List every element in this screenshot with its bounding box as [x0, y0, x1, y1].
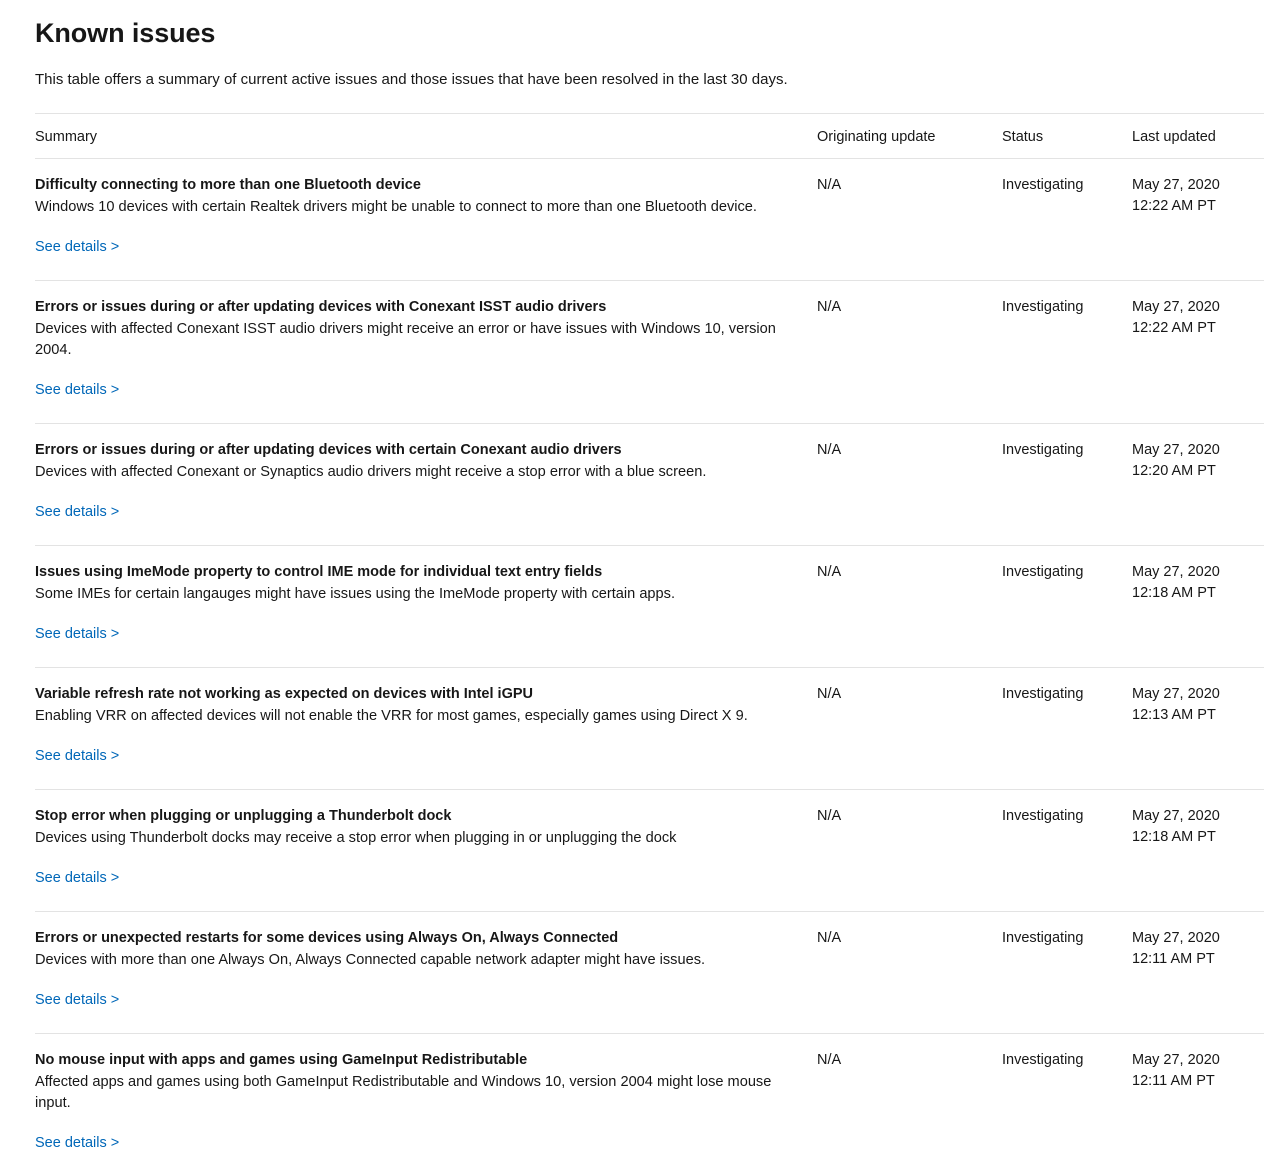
originating-update-cell: N/A	[817, 281, 1002, 424]
see-details-link[interactable]: See details >	[35, 502, 119, 522]
last-updated-time: 12:22 AM PT	[1132, 318, 1254, 339]
last-updated-date: May 27, 2020	[1132, 806, 1254, 827]
issue-summary-cell: Errors or unexpected restarts for some d…	[35, 912, 817, 1034]
column-header-status: Status	[1002, 114, 1132, 159]
issue-description: Enabling VRR on affected devices will no…	[35, 706, 807, 727]
table-header-row: Summary Originating update Status Last u…	[35, 114, 1264, 159]
last-updated-time: 12:18 AM PT	[1132, 827, 1254, 848]
table-body: Difficulty connecting to more than one B…	[35, 159, 1264, 1176]
last-updated-date: May 27, 2020	[1132, 440, 1254, 461]
last-updated-cell: May 27, 202012:11 AM PT	[1132, 1034, 1264, 1176]
table-header: Summary Originating update Status Last u…	[35, 114, 1264, 159]
page-title: Known issues	[0, 0, 1280, 50]
last-updated-cell: May 27, 202012:11 AM PT	[1132, 912, 1264, 1034]
table-row: Errors or issues during or after updatin…	[35, 424, 1264, 546]
issue-summary-cell: Errors or issues during or after updatin…	[35, 424, 817, 546]
table-row: Errors or unexpected restarts for some d…	[35, 912, 1264, 1034]
last-updated-date: May 27, 2020	[1132, 1050, 1254, 1071]
last-updated-time: 12:20 AM PT	[1132, 461, 1254, 482]
column-header-last-updated: Last updated	[1132, 114, 1264, 159]
issue-title: Errors or issues during or after updatin…	[35, 297, 807, 318]
last-updated-cell: May 27, 202012:22 AM PT	[1132, 281, 1264, 424]
issue-title: Difficulty connecting to more than one B…	[35, 175, 807, 196]
issue-summary-cell: Issues using ImeMode property to control…	[35, 546, 817, 668]
status-cell: Investigating	[1002, 1034, 1132, 1176]
status-cell: Investigating	[1002, 281, 1132, 424]
issue-summary-cell: No mouse input with apps and games using…	[35, 1034, 817, 1176]
last-updated-cell: May 27, 202012:13 AM PT	[1132, 668, 1264, 790]
page-intro-text: This table offers a summary of current a…	[0, 50, 1280, 91]
status-cell: Investigating	[1002, 668, 1132, 790]
last-updated-date: May 27, 2020	[1132, 562, 1254, 583]
issue-description: Devices with affected Conexant or Synapt…	[35, 462, 807, 483]
known-issues-table: Summary Originating update Status Last u…	[35, 113, 1264, 1176]
last-updated-time: 12:13 AM PT	[1132, 705, 1254, 726]
last-updated-date: May 27, 2020	[1132, 684, 1254, 705]
see-details-link[interactable]: See details >	[35, 237, 119, 257]
issue-summary-cell: Errors or issues during or after updatin…	[35, 281, 817, 424]
see-details-link[interactable]: See details >	[35, 380, 119, 400]
see-details-link[interactable]: See details >	[35, 624, 119, 644]
originating-update-cell: N/A	[817, 912, 1002, 1034]
issue-title: Variable refresh rate not working as exp…	[35, 684, 807, 705]
status-cell: Investigating	[1002, 424, 1132, 546]
issue-description: Affected apps and games using both GameI…	[35, 1072, 807, 1114]
table-row: Stop error when plugging or unplugging a…	[35, 790, 1264, 912]
last-updated-cell: May 27, 202012:18 AM PT	[1132, 790, 1264, 912]
column-header-summary: Summary	[35, 114, 817, 159]
issues-table-container: Summary Originating update Status Last u…	[0, 113, 1280, 1176]
originating-update-cell: N/A	[817, 790, 1002, 912]
see-details-link[interactable]: See details >	[35, 868, 119, 888]
issue-summary-cell: Difficulty connecting to more than one B…	[35, 159, 817, 281]
issue-description: Devices with affected Conexant ISST audi…	[35, 319, 807, 361]
originating-update-cell: N/A	[817, 159, 1002, 281]
table-row: Difficulty connecting to more than one B…	[35, 159, 1264, 281]
table-row: Variable refresh rate not working as exp…	[35, 668, 1264, 790]
originating-update-cell: N/A	[817, 668, 1002, 790]
last-updated-time: 12:22 AM PT	[1132, 196, 1254, 217]
last-updated-cell: May 27, 202012:18 AM PT	[1132, 546, 1264, 668]
status-cell: Investigating	[1002, 912, 1132, 1034]
issue-description: Devices using Thunderbolt docks may rece…	[35, 828, 807, 849]
issue-summary-cell: Stop error when plugging or unplugging a…	[35, 790, 817, 912]
issue-description: Devices with more than one Always On, Al…	[35, 950, 807, 971]
last-updated-time: 12:11 AM PT	[1132, 1071, 1254, 1092]
see-details-link[interactable]: See details >	[35, 746, 119, 766]
last-updated-cell: May 27, 202012:20 AM PT	[1132, 424, 1264, 546]
last-updated-time: 12:11 AM PT	[1132, 949, 1254, 970]
issue-summary-cell: Variable refresh rate not working as exp…	[35, 668, 817, 790]
issue-description: Some IMEs for certain langauges might ha…	[35, 584, 807, 605]
issue-title: Errors or unexpected restarts for some d…	[35, 928, 807, 949]
status-cell: Investigating	[1002, 790, 1132, 912]
originating-update-cell: N/A	[817, 546, 1002, 668]
table-row: No mouse input with apps and games using…	[35, 1034, 1264, 1176]
table-row: Errors or issues during or after updatin…	[35, 281, 1264, 424]
issue-title: No mouse input with apps and games using…	[35, 1050, 807, 1071]
last-updated-date: May 27, 2020	[1132, 175, 1254, 196]
issue-description: Windows 10 devices with certain Realtek …	[35, 197, 807, 218]
issue-title: Issues using ImeMode property to control…	[35, 562, 807, 583]
issue-title: Errors or issues during or after updatin…	[35, 440, 807, 461]
column-header-originating-update: Originating update	[817, 114, 1002, 159]
last-updated-time: 12:18 AM PT	[1132, 583, 1254, 604]
originating-update-cell: N/A	[817, 1034, 1002, 1176]
originating-update-cell: N/A	[817, 424, 1002, 546]
issue-title: Stop error when plugging or unplugging a…	[35, 806, 807, 827]
status-cell: Investigating	[1002, 546, 1132, 668]
last-updated-cell: May 27, 202012:22 AM PT	[1132, 159, 1264, 281]
see-details-link[interactable]: See details >	[35, 1133, 119, 1153]
last-updated-date: May 27, 2020	[1132, 928, 1254, 949]
last-updated-date: May 27, 2020	[1132, 297, 1254, 318]
see-details-link[interactable]: See details >	[35, 990, 119, 1010]
status-cell: Investigating	[1002, 159, 1132, 281]
table-row: Issues using ImeMode property to control…	[35, 546, 1264, 668]
